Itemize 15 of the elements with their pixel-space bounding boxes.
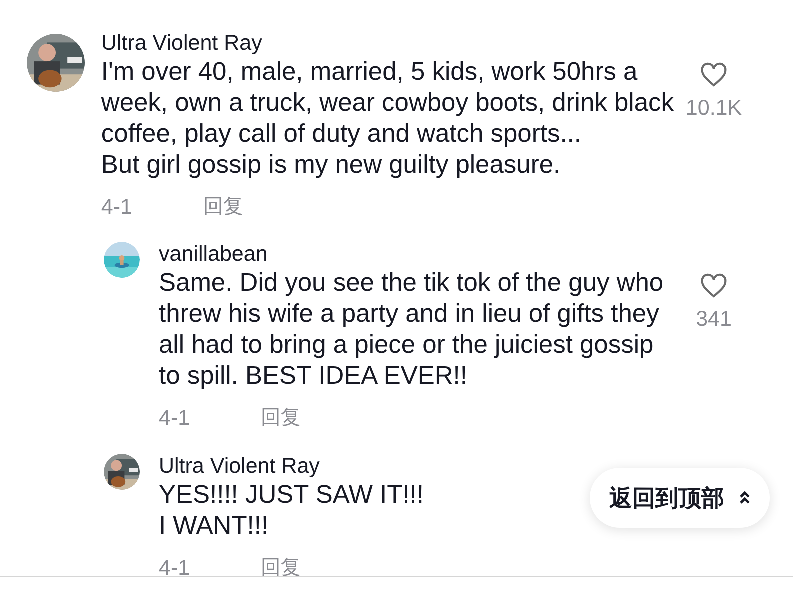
like-count: 10.1K xyxy=(686,95,742,122)
author-name[interactable]: Ultra Violent Ray xyxy=(101,30,262,56)
back-to-top-button[interactable]: 返回到顶部 xyxy=(590,468,770,528)
heart-icon[interactable] xyxy=(700,62,728,88)
heart-icon[interactable] xyxy=(700,273,728,300)
chevron-up-icon xyxy=(738,491,750,505)
comment-text: YES!!!! JUST SAW IT!!! I WANT!!! xyxy=(159,480,424,542)
comment-date: 4-1 xyxy=(101,194,134,221)
comment-date: 4-1 xyxy=(159,554,192,582)
author-name[interactable]: vanillabean xyxy=(159,241,268,268)
author-name[interactable]: Ultra Violent Ray xyxy=(159,452,320,478)
like-count: 341 xyxy=(696,306,732,334)
comment-text: Same. Did you see the tik tok of the guy who threw his wife a party and in lieu of gifts they all had to bring a piece or the juiciest gossip to spill. BEST IDEA EVER!! xyxy=(159,268,664,392)
comment-text: I'm over 40, male, married, 5 kids, work 50hrs a week, own a truck, wear cowboy boots, drink black coffee, play call of duty and watch sports... But girl gossip is my new guilty pleasure. xyxy=(101,57,674,181)
comment-date: 4-1 xyxy=(159,405,192,432)
